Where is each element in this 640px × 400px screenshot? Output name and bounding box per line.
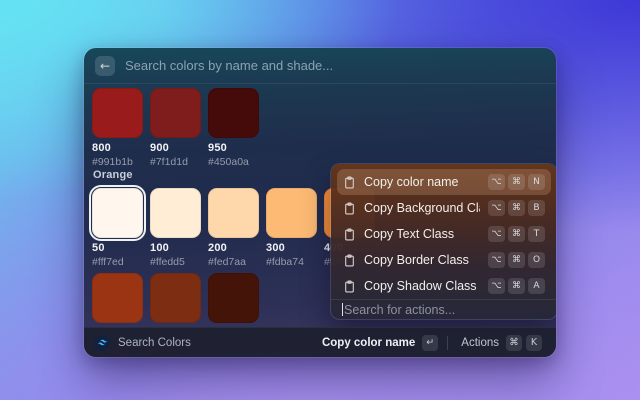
search-bar: ← — [84, 48, 556, 84]
color-cell: 100 #ffedd5 — [150, 188, 201, 268]
app-name: Search Colors — [118, 337, 191, 349]
keycap: ⌥ — [488, 226, 505, 242]
color-swatch[interactable] — [150, 188, 201, 238]
keycap: T — [528, 226, 545, 242]
shade-label: 800 — [92, 142, 143, 154]
shortcut-keys: ⌥⌘A — [488, 278, 545, 294]
color-cell: 50 #fff7ed — [92, 188, 143, 268]
red-shade-row: 800 #991b1b 900 #7f1d1d 950 #450a0a — [92, 88, 266, 168]
color-cell: 300 #fdba74 — [266, 188, 317, 268]
action-panel: Copy color name⌥⌘NCopy Background Class⌥… — [331, 164, 556, 319]
color-swatch[interactable] — [208, 88, 259, 138]
menu-item-label: Copy Border Class — [364, 253, 480, 267]
hex-label: #fed7aa — [208, 256, 259, 268]
shortcut-keys: ⌥⌘T — [488, 226, 545, 242]
menu-item-copy-text-class[interactable]: Copy Text Class ⌥⌘T — [337, 221, 551, 247]
color-swatch[interactable] — [150, 273, 201, 323]
color-swatch[interactable] — [92, 273, 143, 323]
actions-button[interactable]: Actions ⌘ K — [457, 332, 546, 354]
menu-item-copy-background-class[interactable]: Copy Background Class ⌥⌘B — [337, 195, 551, 221]
menu-item-label: Copy Text Class — [364, 227, 480, 241]
back-button[interactable]: ← — [95, 56, 115, 76]
clipboard-icon — [343, 254, 356, 267]
hex-label: #7f1d1d — [150, 156, 201, 168]
keycap: A — [528, 278, 545, 294]
color-swatch[interactable] — [150, 88, 201, 138]
keycap: O — [528, 252, 545, 268]
clipboard-icon — [343, 176, 356, 189]
keycap: ⌘ — [508, 252, 525, 268]
clipboard-icon — [343, 228, 356, 241]
hex-label: #fff7ed — [92, 256, 143, 268]
hex-label: #ffedd5 — [150, 256, 201, 268]
action-search[interactable]: Search for actions... — [331, 299, 556, 319]
action-menu: Copy color name⌥⌘NCopy Background Class⌥… — [331, 164, 556, 299]
shade-label: 50 — [92, 242, 143, 254]
shortcut-keys: ⌥⌘B — [488, 200, 545, 216]
primary-action-label[interactable]: Copy color name — [322, 337, 415, 349]
keycap: ⌥ — [488, 278, 505, 294]
action-search-placeholder: Search for actions... — [344, 303, 455, 317]
keycap: ⌥ — [488, 252, 505, 268]
search-colors-window: ← 800#991b1b900#7f1d1d950#450a0a Orange … — [84, 48, 556, 357]
text-caret — [342, 303, 343, 316]
keycap: ⌥ — [488, 174, 505, 190]
tailwind-logo-icon — [94, 335, 110, 351]
shade-label: 200 — [208, 242, 259, 254]
keycap: N — [528, 174, 545, 190]
menu-item-label: Copy Shadow Class — [364, 279, 480, 293]
color-search-input[interactable] — [125, 58, 545, 73]
menu-item-label: Copy color name — [364, 175, 480, 189]
shade-label: 100 — [150, 242, 201, 254]
shade-label: 900 — [150, 142, 201, 154]
color-cell: 950 #450a0a — [208, 88, 259, 168]
keycap: ⌘ — [508, 174, 525, 190]
color-cell — [92, 273, 143, 323]
color-cell: 900 #7f1d1d — [150, 88, 201, 168]
enter-key-icon: ↵ — [422, 335, 438, 351]
shade-label: 300 — [266, 242, 317, 254]
menu-item-copy-border-class[interactable]: Copy Border Class ⌥⌘O — [337, 247, 551, 273]
color-swatch[interactable] — [92, 188, 143, 238]
hex-label: #450a0a — [208, 156, 259, 168]
command-key-icon: ⌘ — [506, 335, 522, 351]
color-swatch[interactable] — [208, 188, 259, 238]
shortcut-keys: ⌥⌘N — [488, 174, 545, 190]
hex-label: #fdba74 — [266, 256, 317, 268]
keycap: ⌘ — [508, 226, 525, 242]
color-swatch[interactable] — [208, 273, 259, 323]
status-bar: Search Colors Copy color name ↵ Actions … — [84, 327, 556, 357]
orange-dark-shade-row — [92, 273, 266, 323]
keycap: ⌘ — [508, 278, 525, 294]
color-cell: 800 #991b1b — [92, 88, 143, 168]
shade-label: 950 — [208, 142, 259, 154]
color-swatch[interactable] — [92, 88, 143, 138]
color-cell — [208, 273, 259, 323]
section-title-orange: Orange — [93, 169, 133, 181]
keycap: ⌥ — [488, 200, 505, 216]
color-swatch[interactable] — [266, 188, 317, 238]
menu-item-copy-shadow-class[interactable]: Copy Shadow Class ⌥⌘A — [337, 273, 551, 299]
actions-button-label: Actions — [461, 337, 499, 349]
keycap: B — [528, 200, 545, 216]
statusbar-divider — [447, 336, 448, 350]
color-cell: 200 #fed7aa — [208, 188, 259, 268]
clipboard-icon — [343, 280, 356, 293]
hex-label: #991b1b — [92, 156, 143, 168]
clipboard-icon — [343, 202, 356, 215]
k-key-icon: K — [526, 335, 542, 351]
color-cell — [150, 273, 201, 323]
keycap: ⌘ — [508, 200, 525, 216]
menu-item-label: Copy Background Class — [364, 201, 480, 215]
menu-item-copy-color-name[interactable]: Copy color name ⌥⌘N — [337, 169, 551, 195]
shortcut-keys: ⌥⌘O — [488, 252, 545, 268]
